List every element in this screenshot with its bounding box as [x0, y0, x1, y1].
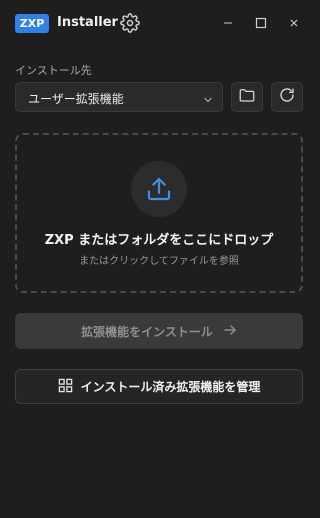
browse-folder-button[interactable]	[231, 82, 263, 112]
maximize-icon[interactable]	[251, 13, 271, 33]
close-icon[interactable]	[284, 13, 304, 33]
drop-zone-title: ZXP またはフォルダをここにドロップ	[44, 233, 274, 248]
upload-icon	[131, 161, 187, 217]
chevron-down-icon	[202, 91, 214, 110]
refresh-icon	[278, 86, 296, 108]
folder-icon	[238, 86, 256, 108]
manage-extensions-button[interactable]: インストール済み拡張機能を管理	[15, 369, 303, 404]
title-bar: ZXP Installer	[0, 0, 318, 46]
drop-zone-subtitle: またはクリックしてファイルを参照	[79, 256, 239, 267]
gear-icon[interactable]	[120, 13, 140, 33]
install-button-label: 拡張機能をインストール	[81, 324, 213, 339]
install-location-value: ユーザー拡張機能	[28, 92, 124, 106]
app-title: Installer	[57, 15, 118, 30]
install-location-select[interactable]: ユーザー拡張機能	[15, 82, 223, 112]
refresh-button[interactable]	[271, 82, 303, 112]
install-extension-button[interactable]: 拡張機能をインストール	[15, 313, 303, 349]
drop-zone[interactable]: ZXP またはフォルダをここにドロップ またはクリックしてファイルを参照	[15, 133, 303, 293]
minimize-icon[interactable]	[218, 13, 238, 33]
app-logo-badge: ZXP	[15, 14, 49, 33]
arrow-right-icon	[223, 323, 237, 340]
grid-icon	[58, 378, 73, 396]
manage-button-label: インストール済み拡張機能を管理	[80, 380, 261, 394]
install-location-label: インストール先	[15, 64, 92, 77]
